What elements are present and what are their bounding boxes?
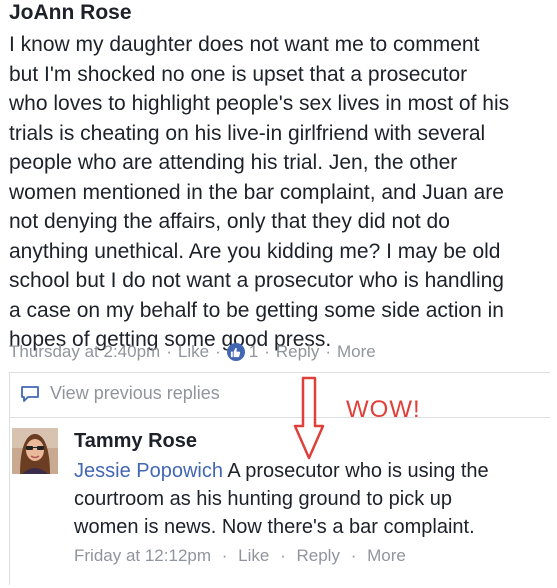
- comment-line: anything unethical. Are you kidding me? …: [9, 239, 501, 263]
- reply-timestamp[interactable]: Friday at 12:12pm: [74, 546, 211, 565]
- meta-separator: ·: [325, 342, 332, 361]
- comment-bubble-icon: [21, 385, 39, 402]
- like-link[interactable]: Like: [238, 546, 269, 565]
- down-arrow-icon: [293, 376, 325, 460]
- mention-link[interactable]: Jessie Popowich: [74, 460, 223, 482]
- comment-line: people who are attending his trial. Jen,…: [9, 151, 458, 174]
- meta-separator: ·: [221, 546, 228, 565]
- comment-author-joann[interactable]: JoAnn Rose: [9, 0, 132, 26]
- annotation-wow: WOW!: [346, 396, 421, 423]
- comment-line: a case on my behalf to be getting some s…: [9, 298, 504, 322]
- comment-line: trials is cheating on his live-in girlfr…: [9, 121, 486, 145]
- comment-line: but I'm shocked no one is upset that a p…: [9, 62, 468, 86]
- meta-separator: ·: [215, 342, 221, 361]
- comment-line: school but I do not want a prosecutor wh…: [9, 269, 504, 292]
- more-link[interactable]: More: [367, 546, 406, 565]
- meta-separator: ·: [350, 546, 357, 565]
- replies-thread: View previous replies Tammy Rose Jessie …: [9, 372, 550, 585]
- view-previous-label: View previous replies: [50, 383, 220, 403]
- more-link[interactable]: More: [337, 342, 376, 362]
- reply-line: courtroom as his hunting ground to pick …: [74, 488, 452, 510]
- comment-line: not denying the affairs, only that they …: [9, 210, 450, 233]
- meta-separator: ·: [280, 546, 286, 565]
- thumbs-up-icon[interactable]: [226, 343, 245, 361]
- like-count[interactable]: 1: [249, 342, 258, 362]
- comment-line: I know my daughter does not want me to c…: [9, 33, 480, 56]
- meta-separator: ·: [264, 342, 270, 361]
- divider: [10, 417, 550, 418]
- comment-line: women mentioned in the bar complaint, an…: [9, 180, 504, 204]
- comment-timestamp[interactable]: Thursday at 2:40pm: [9, 342, 160, 362]
- reply-meta: Friday at 12:12pm · Like · Reply · More: [74, 546, 406, 566]
- reply-link[interactable]: Reply: [296, 546, 339, 565]
- comment-thread: JoAnn Rose I know my daughter does not w…: [0, 0, 557, 588]
- reply-link[interactable]: Reply: [276, 342, 319, 362]
- reply-body: Jessie Popowich A prosecutor who is usin…: [74, 457, 550, 541]
- reply-text: A prosecutor who is using the: [222, 460, 489, 482]
- comment-body: I know my daughter does not want me to c…: [9, 30, 557, 355]
- comment-author-tammy[interactable]: Tammy Rose: [74, 428, 197, 454]
- comment-meta: Thursday at 2:40pm · Like · 1 · Reply · …: [9, 340, 376, 364]
- reply-line: Jessie Popowich A prosecutor who is usin…: [74, 457, 550, 485]
- comment-line: who loves to highlight people's sex live…: [9, 92, 510, 115]
- reply-line: women is news. Now there's a bar complai…: [74, 516, 475, 538]
- meta-separator: ·: [166, 342, 172, 361]
- view-previous-replies-link[interactable]: View previous replies: [20, 383, 220, 404]
- like-link[interactable]: Like: [178, 342, 209, 362]
- avatar[interactable]: [12, 428, 58, 474]
